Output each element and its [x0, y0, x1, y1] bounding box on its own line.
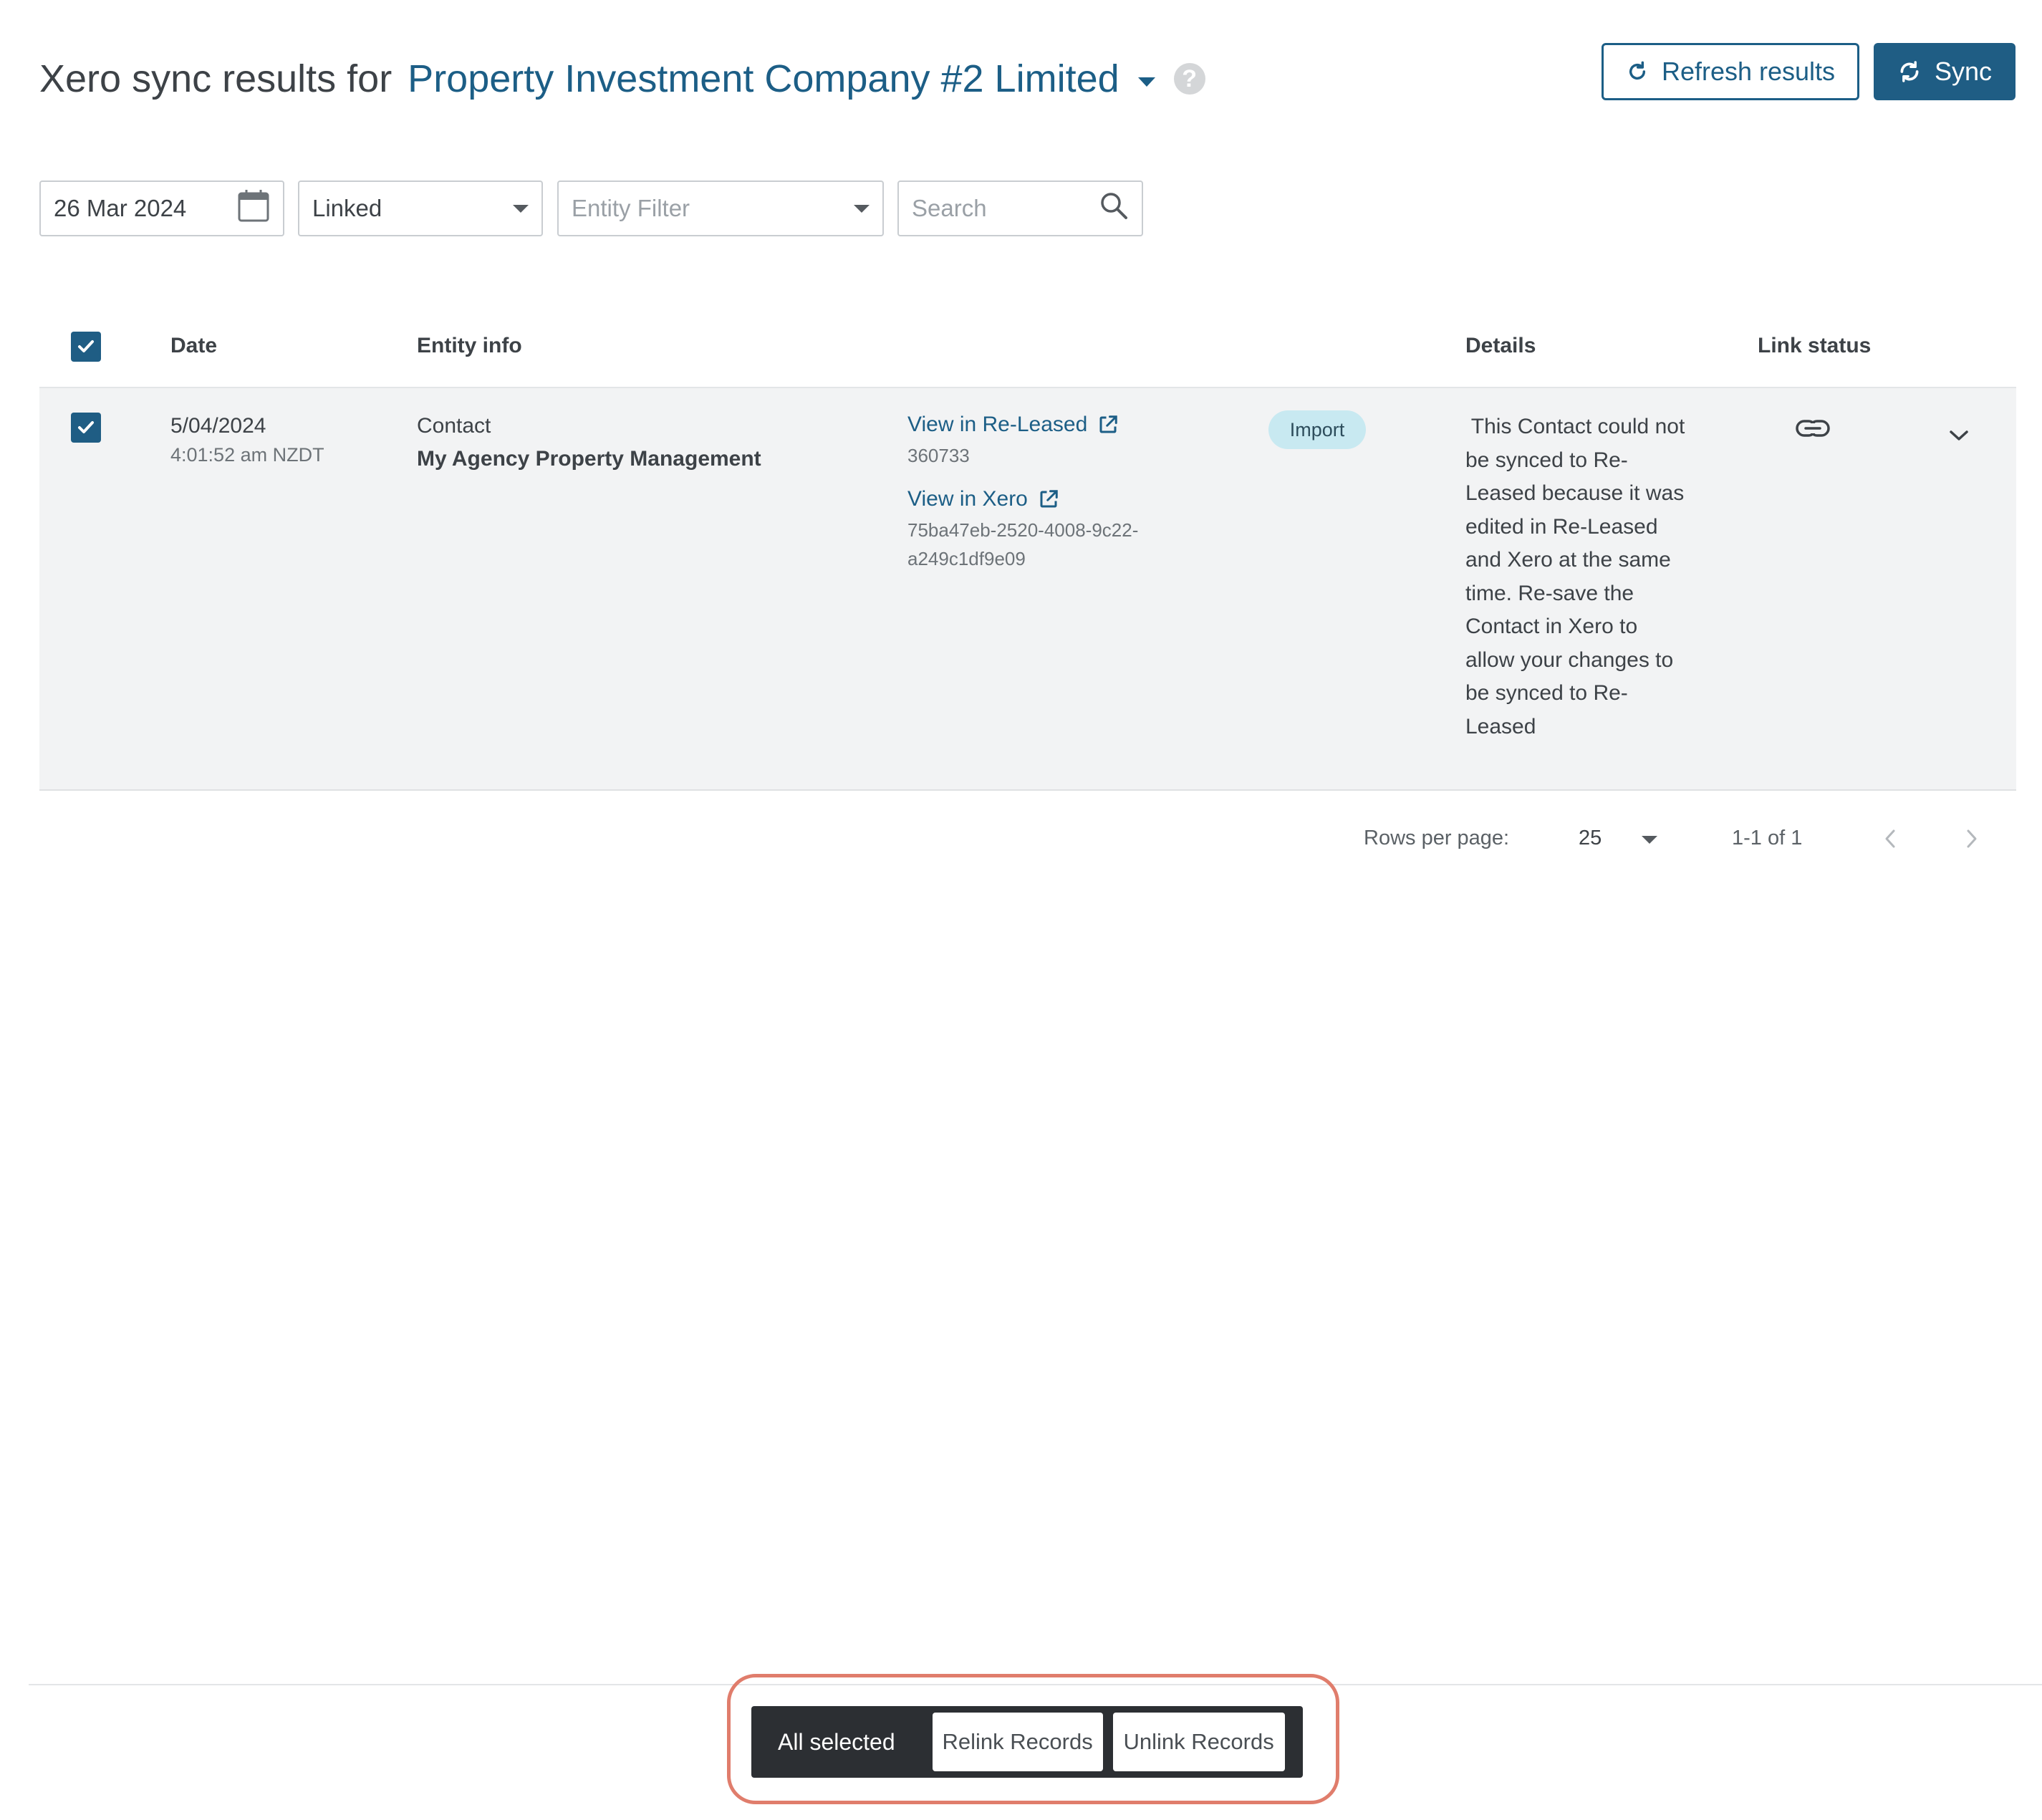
selection-status: All selected	[778, 1728, 895, 1755]
re-leased-id: 360733	[907, 445, 970, 466]
view-in-xero-label: View in Xero	[907, 487, 1028, 511]
column-header-details[interactable]: Details	[1465, 334, 1536, 358]
expand-row-chevron-icon[interactable]	[1948, 428, 1970, 446]
external-link-icon	[1040, 490, 1058, 508]
column-header-link-status[interactable]: Link status	[1758, 334, 1871, 358]
table-row-divider	[39, 789, 2016, 791]
help-icon[interactable]: ?	[1173, 63, 1205, 95]
details-line: Leased	[1465, 714, 1536, 738]
row-date: 5/04/2024	[170, 414, 266, 438]
details-line: be synced to Re-	[1465, 448, 1628, 472]
details-line: edited in Re-Leased	[1465, 514, 1658, 539]
relink-records-button[interactable]: Relink Records	[932, 1713, 1103, 1771]
search-placeholder: Search	[912, 195, 987, 221]
check-icon	[78, 340, 94, 352]
date-picker[interactable]: 26 Mar 2024	[39, 180, 284, 236]
refresh-icon	[1626, 60, 1649, 83]
caret-down-icon[interactable]	[1137, 77, 1155, 87]
sync-label: Sync	[1934, 57, 1993, 86]
row-details: This Contact could not be synced to Re- …	[1465, 410, 1723, 743]
sync-icon	[1897, 59, 1922, 84]
check-icon	[78, 421, 94, 433]
search-icon[interactable]	[1099, 191, 1129, 226]
pagination-range: 1-1 of 1	[1732, 827, 1803, 849]
view-in-re-leased-label: View in Re-Leased	[907, 413, 1088, 436]
entity-filter-placeholder: Entity Filter	[572, 195, 690, 221]
details-line: and Xero at the same	[1465, 548, 1671, 572]
xero-id-line-2: a249c1df9e09	[907, 548, 1026, 569]
link-status-value: Linked	[312, 195, 382, 221]
rows-per-page-label: Rows per page:	[1364, 827, 1510, 849]
external-link-icon	[1099, 415, 1118, 433]
import-badge: Import	[1268, 410, 1366, 449]
entity-name: My Agency Property Management	[417, 447, 761, 471]
page-title: Xero sync results for Property Investmen…	[39, 49, 1205, 109]
rows-per-page-value[interactable]: 25	[1579, 827, 1602, 850]
row-time: 4:01:52 am NZDT	[170, 444, 324, 466]
details-line: Contact in Xero to	[1465, 615, 1638, 638]
view-in-xero-link[interactable]: View in Xero	[907, 487, 1059, 511]
select-all-checkbox[interactable]	[71, 332, 101, 362]
entity-type: Contact	[417, 414, 491, 438]
details-line: allow your changes to	[1465, 647, 1674, 672]
xero-id-line-1: 75ba47eb-2520-4008-9c22-	[907, 519, 1139, 541]
calendar-icon[interactable]	[237, 188, 270, 228]
link-status-select[interactable]: Linked	[298, 180, 543, 236]
title-prefix: Xero sync results for	[39, 57, 392, 100]
next-page-icon[interactable]	[1964, 827, 1980, 854]
dropdown-arrow-icon	[513, 204, 529, 213]
refresh-results-button[interactable]: Refresh results	[1602, 43, 1859, 100]
row-checkbox[interactable]	[71, 413, 101, 443]
unlink-records-button[interactable]: Unlink Records	[1112, 1713, 1285, 1771]
view-in-re-leased-link[interactable]: View in Re-Leased	[907, 413, 1119, 437]
column-header-date[interactable]: Date	[170, 334, 217, 358]
sync-button[interactable]: Sync	[1874, 43, 2015, 100]
details-line: time. Re-save the	[1465, 581, 1634, 605]
entity-filter-select[interactable]: Entity Filter	[557, 180, 884, 236]
company-selector[interactable]: Property Investment Company #2 Limited	[408, 57, 1119, 101]
previous-page-icon[interactable]	[1882, 827, 1898, 854]
column-header-entity-info[interactable]: Entity info	[417, 334, 522, 358]
date-value: 26 Mar 2024	[54, 195, 187, 221]
details-line: This Contact could not	[1465, 415, 1685, 438]
dropdown-arrow-icon	[854, 204, 870, 213]
details-line: Leased because it was	[1465, 481, 1685, 505]
rows-per-page-dropdown-icon[interactable]	[1642, 836, 1657, 844]
search-input[interactable]: Search	[897, 180, 1143, 236]
refresh-results-label: Refresh results	[1661, 57, 1836, 86]
link-icon	[1795, 417, 1831, 445]
bulk-actions-bar: All selected Relink Records Unlink Recor…	[751, 1706, 1303, 1778]
details-line: be synced to Re-	[1465, 681, 1628, 705]
